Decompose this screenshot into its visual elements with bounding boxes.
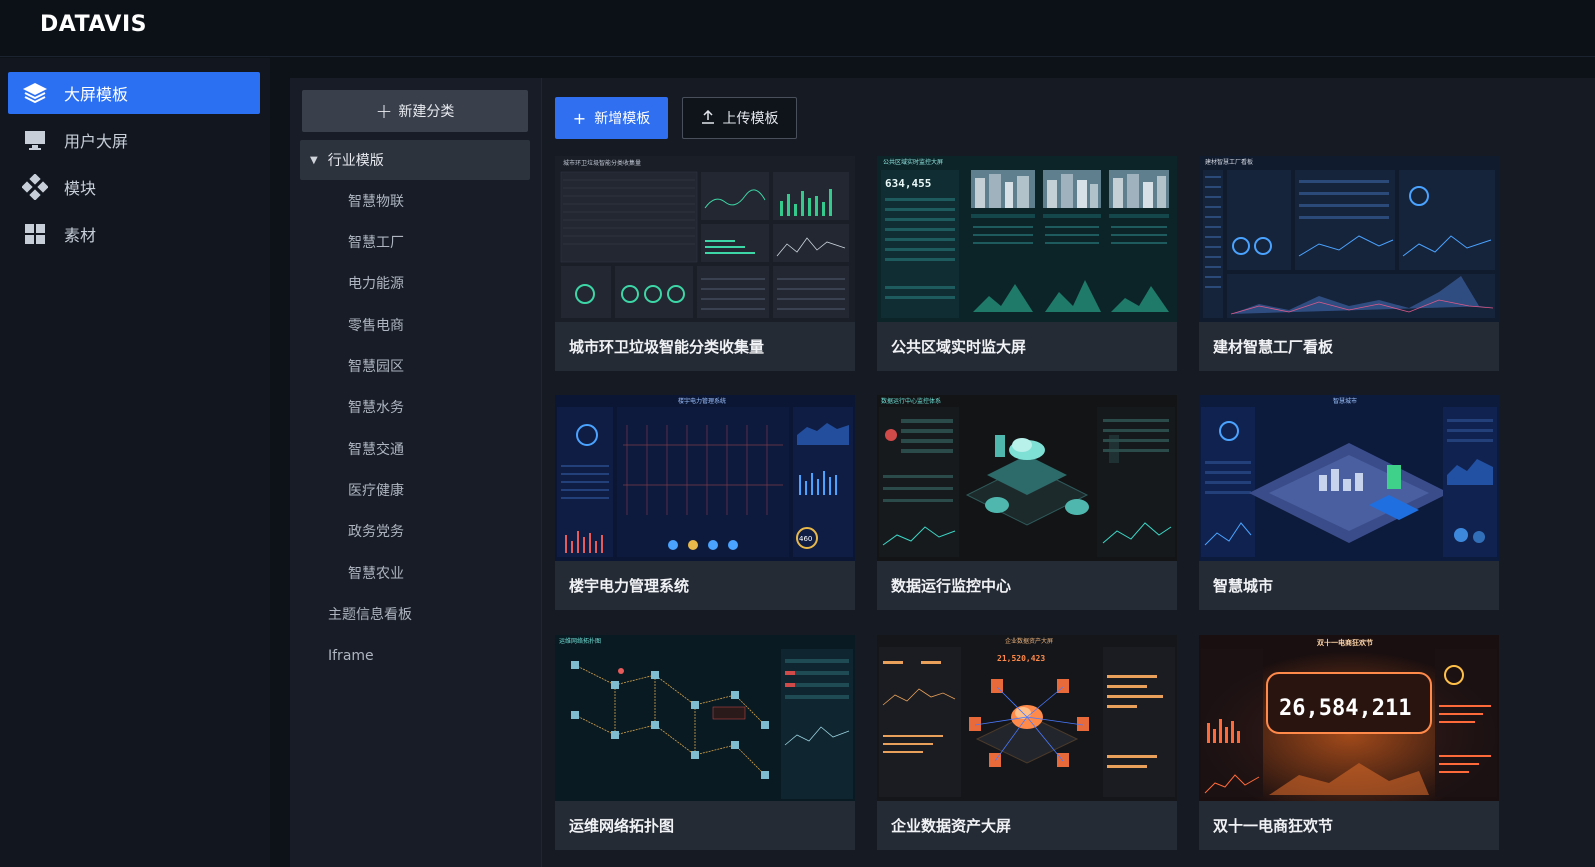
category-item[interactable]: 电力能源 bbox=[348, 272, 404, 296]
template-card[interactable]: 公共区域实时监控大屏 634,455 公共区域实时监大屏 bbox=[877, 156, 1177, 371]
plus-icon: + bbox=[375, 99, 393, 123]
thumb-title: 楼宇电力管理系统 bbox=[678, 397, 726, 405]
app-logo: DATAVIS bbox=[40, 12, 147, 37]
category-item[interactable]: 智慧物联 bbox=[348, 190, 404, 214]
grid-icon bbox=[22, 222, 48, 246]
template-thumbnail: 建材智慧工厂看板 bbox=[1199, 156, 1499, 322]
template-card[interactable]: 数据运行中心监控体系 数据运行监控中心 bbox=[877, 395, 1177, 610]
template-thumbnail: 楼宇电力管理系统 460 bbox=[555, 395, 855, 561]
template-title: 公共区域实时监大屏 bbox=[891, 338, 1027, 356]
category-item[interactable]: 智慧交通 bbox=[348, 438, 404, 462]
category-item-iframe[interactable]: Iframe bbox=[328, 644, 374, 668]
thumb-title: 智慧城市 bbox=[1333, 397, 1357, 405]
nav-item-label: 大屏模板 bbox=[64, 85, 129, 104]
thumb-title: 运维网络拓扑图 bbox=[559, 637, 601, 645]
category-item[interactable]: 政务党务 bbox=[348, 520, 404, 544]
template-thumbnail: 公共区域实时监控大屏 634,455 bbox=[877, 156, 1177, 322]
template-card[interactable]: 企业数据资产大屏 21,520,423 企业数据资产大屏 bbox=[877, 635, 1177, 850]
template-card[interactable]: 建材智慧工厂看板 建材智慧工厂看板 bbox=[1199, 156, 1499, 371]
nav-item-modules[interactable]: 模块 bbox=[8, 166, 260, 208]
thumb-number: 21,520,423 bbox=[997, 654, 1045, 663]
nav-item-user-screens[interactable]: 用户大屏 bbox=[8, 119, 260, 161]
thumb-title: 企业数据资产大屏 bbox=[1005, 637, 1053, 645]
category-item[interactable]: 零售电商 bbox=[348, 314, 404, 338]
template-title: 城市环卫垃圾智能分类收集量 bbox=[569, 338, 765, 356]
template-card[interactable]: 智慧城市 智慧城市 bbox=[1199, 395, 1499, 610]
upload-template-button[interactable]: 上传模板 bbox=[682, 97, 797, 139]
category-item[interactable]: 智慧水务 bbox=[348, 396, 404, 420]
category-item[interactable]: 智慧工厂 bbox=[348, 231, 404, 255]
template-title: 建材智慧工厂看板 bbox=[1213, 338, 1334, 356]
category-group-industry[interactable]: ▼ 行业模版 bbox=[300, 140, 530, 180]
nav-item-label: 素材 bbox=[64, 226, 97, 245]
add-template-button[interactable]: + 新增模板 bbox=[555, 97, 668, 139]
template-thumbnail: 企业数据资产大屏 21,520,423 bbox=[877, 635, 1177, 801]
nav-item-label: 用户大屏 bbox=[64, 132, 129, 151]
thumb-number: 460 bbox=[799, 535, 812, 543]
layers-icon bbox=[22, 81, 48, 105]
template-thumbnail: 城市环卫垃圾智能分类收集量 bbox=[555, 156, 855, 322]
category-item[interactable]: 智慧园区 bbox=[348, 355, 404, 379]
new-category-button[interactable]: + 新建分类 bbox=[302, 90, 528, 132]
template-card[interactable]: 运维网络拓扑图 运维网络拓扑图 bbox=[555, 635, 855, 850]
thumb-number: 26,584,211 bbox=[1279, 696, 1411, 721]
nav-item-templates[interactable]: 大屏模板 bbox=[8, 72, 260, 114]
thumb-title: 城市环卫垃圾智能分类收集量 bbox=[563, 159, 641, 167]
left-nav: 大屏模板 用户大屏 模块 素材 bbox=[0, 58, 270, 867]
monitor-icon bbox=[22, 128, 48, 152]
category-panel: + 新建分类 ▼ 行业模版 智慧物联 智慧工厂 电力能源 零售电商 智慧园区 智… bbox=[290, 78, 542, 867]
template-card[interactable]: 城市环卫垃圾智能分类收集量 城市环卫垃圾智能分类收集量 bbox=[555, 156, 855, 371]
template-title: 数据运行监控中心 bbox=[891, 577, 1012, 595]
module-icon bbox=[22, 174, 48, 200]
thumb-title: 建材智慧工厂看板 bbox=[1205, 158, 1253, 166]
template-card[interactable]: 楼宇电力管理系统 460 楼宇电力管理系统 bbox=[555, 395, 855, 610]
category-item-theme-board[interactable]: 主题信息看板 bbox=[328, 603, 412, 627]
thumb-title: 双十一电商狂欢节 bbox=[1317, 638, 1373, 647]
template-thumbnail: 运维网络拓扑图 bbox=[555, 635, 855, 801]
template-title: 智慧城市 bbox=[1213, 577, 1274, 595]
nav-item-materials[interactable]: 素材 bbox=[8, 213, 260, 255]
template-title: 楼宇电力管理系统 bbox=[569, 577, 690, 595]
template-thumbnail: 智慧城市 bbox=[1199, 395, 1499, 561]
thumb-title: 公共区域实时监控大屏 bbox=[883, 158, 943, 166]
thumb-number: 634,455 bbox=[885, 177, 931, 190]
template-title: 运维网络拓扑图 bbox=[569, 817, 675, 835]
template-title: 企业数据资产大屏 bbox=[891, 817, 1012, 835]
template-card[interactable]: 双十一电商狂欢节 26,584,211 双十一电商狂欢节 bbox=[1199, 635, 1499, 850]
template-title: 双十一电商狂欢节 bbox=[1213, 817, 1334, 835]
category-item[interactable]: 医疗健康 bbox=[348, 479, 404, 503]
top-bar: DATAVIS bbox=[0, 0, 1595, 57]
thumb-title: 数据运行中心监控体系 bbox=[881, 397, 941, 405]
category-item[interactable]: 智慧农业 bbox=[348, 562, 404, 586]
caret-down-icon: ▼ bbox=[310, 154, 318, 166]
template-thumbnail: 数据运行中心监控体系 bbox=[877, 395, 1177, 561]
template-thumbnail: 双十一电商狂欢节 26,584,211 bbox=[1199, 635, 1499, 801]
nav-item-label: 模块 bbox=[64, 179, 97, 198]
upload-icon bbox=[701, 109, 715, 128]
plus-icon: + bbox=[572, 108, 587, 128]
